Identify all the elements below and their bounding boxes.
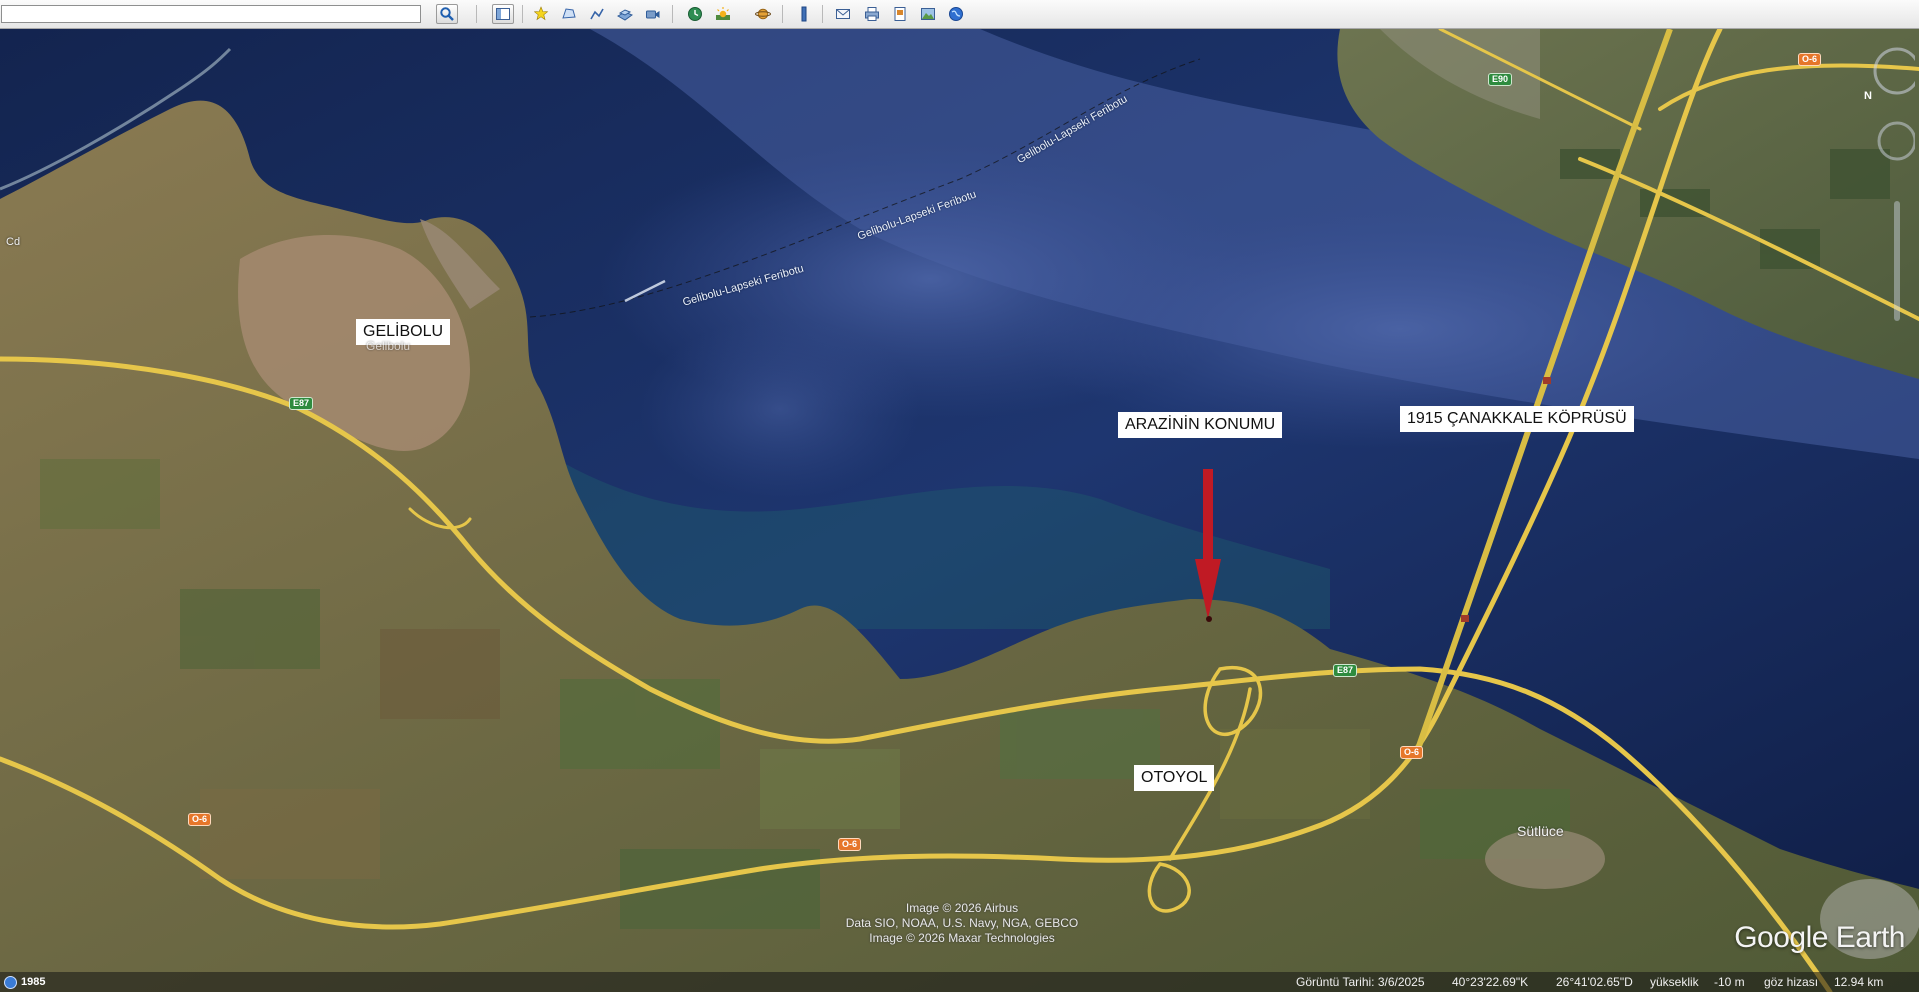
view-in-maps-icon bbox=[921, 8, 935, 20]
sunlight-button[interactable] bbox=[712, 4, 734, 24]
satellite-imagery bbox=[0, 29, 1919, 992]
label-otoyol: OTOYOL bbox=[1134, 765, 1215, 791]
elevation-label: yükseklik bbox=[1650, 975, 1699, 989]
search-icon bbox=[440, 7, 454, 21]
add-path-icon bbox=[590, 8, 604, 20]
add-polygon-button[interactable] bbox=[558, 4, 580, 24]
add-polygon-icon bbox=[562, 8, 576, 19]
print-icon bbox=[865, 7, 879, 21]
zoom-slider[interactable] bbox=[1894, 201, 1900, 321]
road-shield-o6: O-6 bbox=[1798, 53, 1822, 66]
imagery-credits: Image © 2026 Airbus Data SIO, NOAA, U.S.… bbox=[832, 901, 1092, 946]
email-button[interactable] bbox=[832, 4, 854, 24]
look-joystick-icon[interactable] bbox=[1873, 47, 1915, 95]
road-shield-e87: E87 bbox=[1333, 664, 1358, 677]
sunlight-icon bbox=[716, 7, 730, 20]
toolbar-separator bbox=[672, 5, 673, 23]
view-in-maps-button[interactable] bbox=[917, 4, 939, 24]
ruler-icon bbox=[801, 6, 807, 22]
ruler-button[interactable] bbox=[793, 4, 815, 24]
town-label-sutluce: Sütlüce bbox=[1517, 823, 1564, 839]
save-image-button[interactable] bbox=[889, 4, 911, 24]
imagery-date: Görüntü Tarihi: 3/6/2025 bbox=[1296, 975, 1425, 989]
toolbar-separator bbox=[476, 5, 477, 23]
google-earth-logo: Google Earth bbox=[1734, 921, 1905, 954]
add-placemark-button[interactable] bbox=[531, 4, 553, 24]
toolbar-separator bbox=[782, 5, 783, 23]
north-indicator-icon[interactable]: N bbox=[1864, 90, 1872, 102]
street-label-cd: Cd bbox=[6, 236, 21, 248]
imagery-year: 1985 bbox=[21, 976, 46, 988]
map-view[interactable]: N GELİBOLU ARAZİNİN KONUMU 1915 ÇANAKKAL… bbox=[0, 29, 1919, 992]
historical-imagery-button[interactable] bbox=[684, 4, 706, 24]
navigation-controls[interactable]: N bbox=[1851, 41, 1915, 361]
town-label-gelibolu: Gelibolu bbox=[366, 339, 411, 353]
road-shield-o6: O-6 bbox=[838, 838, 862, 851]
add-image-overlay-button[interactable] bbox=[614, 4, 636, 24]
credit-line: Data SIO, NOAA, U.S. Navy, NGA, GEBCO bbox=[845, 916, 1079, 930]
toolbar-separator bbox=[522, 5, 523, 23]
add-image-overlay-icon bbox=[617, 9, 633, 21]
switch-planet-button[interactable] bbox=[752, 4, 774, 24]
move-joystick-icon[interactable] bbox=[1877, 121, 1915, 161]
historical-imagery-year[interactable]: 1985 bbox=[4, 974, 45, 990]
record-tour-button[interactable] bbox=[642, 4, 664, 24]
switch-planet-icon bbox=[755, 8, 771, 20]
road-shield-o6: O-6 bbox=[1400, 746, 1424, 759]
road-shield-e87: E87 bbox=[289, 397, 314, 410]
latitude: 40°23'22.69"K bbox=[1452, 975, 1529, 989]
label-canakkale-koprusu: 1915 ÇANAKKALE KÖPRÜSÜ bbox=[1400, 406, 1634, 432]
eye-altitude-label: göz hizası bbox=[1764, 975, 1819, 989]
record-tour-icon bbox=[646, 10, 660, 19]
add-placemark-icon bbox=[534, 6, 549, 21]
credit-line: Image © 2026 Airbus bbox=[905, 901, 1019, 915]
label-arazinin-konumu: ARAZİNİN KONUMU bbox=[1118, 412, 1283, 438]
print-button[interactable] bbox=[861, 4, 883, 24]
sidebar-toggle-icon bbox=[496, 8, 510, 20]
eye-altitude-value: 12.94 km bbox=[1834, 975, 1884, 989]
earth-gallery-button[interactable] bbox=[945, 4, 967, 24]
clock-icon bbox=[4, 975, 17, 989]
email-icon bbox=[836, 9, 850, 19]
toolbar-separator bbox=[822, 5, 823, 23]
add-path-button[interactable] bbox=[586, 4, 608, 24]
longitude: 26°41'02.65"D bbox=[1556, 975, 1633, 989]
credit-line: Image © 2026 Maxar Technologies bbox=[869, 931, 1055, 945]
sidebar-toggle-button[interactable] bbox=[492, 4, 514, 24]
search-input[interactable] bbox=[1, 5, 421, 23]
toolbar bbox=[0, 0, 1919, 29]
historical-imagery-icon bbox=[688, 7, 702, 21]
save-image-icon bbox=[894, 7, 906, 21]
earth-gallery-icon bbox=[949, 7, 963, 21]
road-shield-o6: O-6 bbox=[188, 813, 212, 826]
status-bar: 1985 Görüntü Tarihi: 3/6/2025 40°23'22.6… bbox=[0, 972, 1919, 992]
road-shield-e90: E90 bbox=[1488, 73, 1513, 86]
elevation-value: -10 m bbox=[1714, 975, 1745, 989]
search-button[interactable] bbox=[436, 4, 458, 24]
